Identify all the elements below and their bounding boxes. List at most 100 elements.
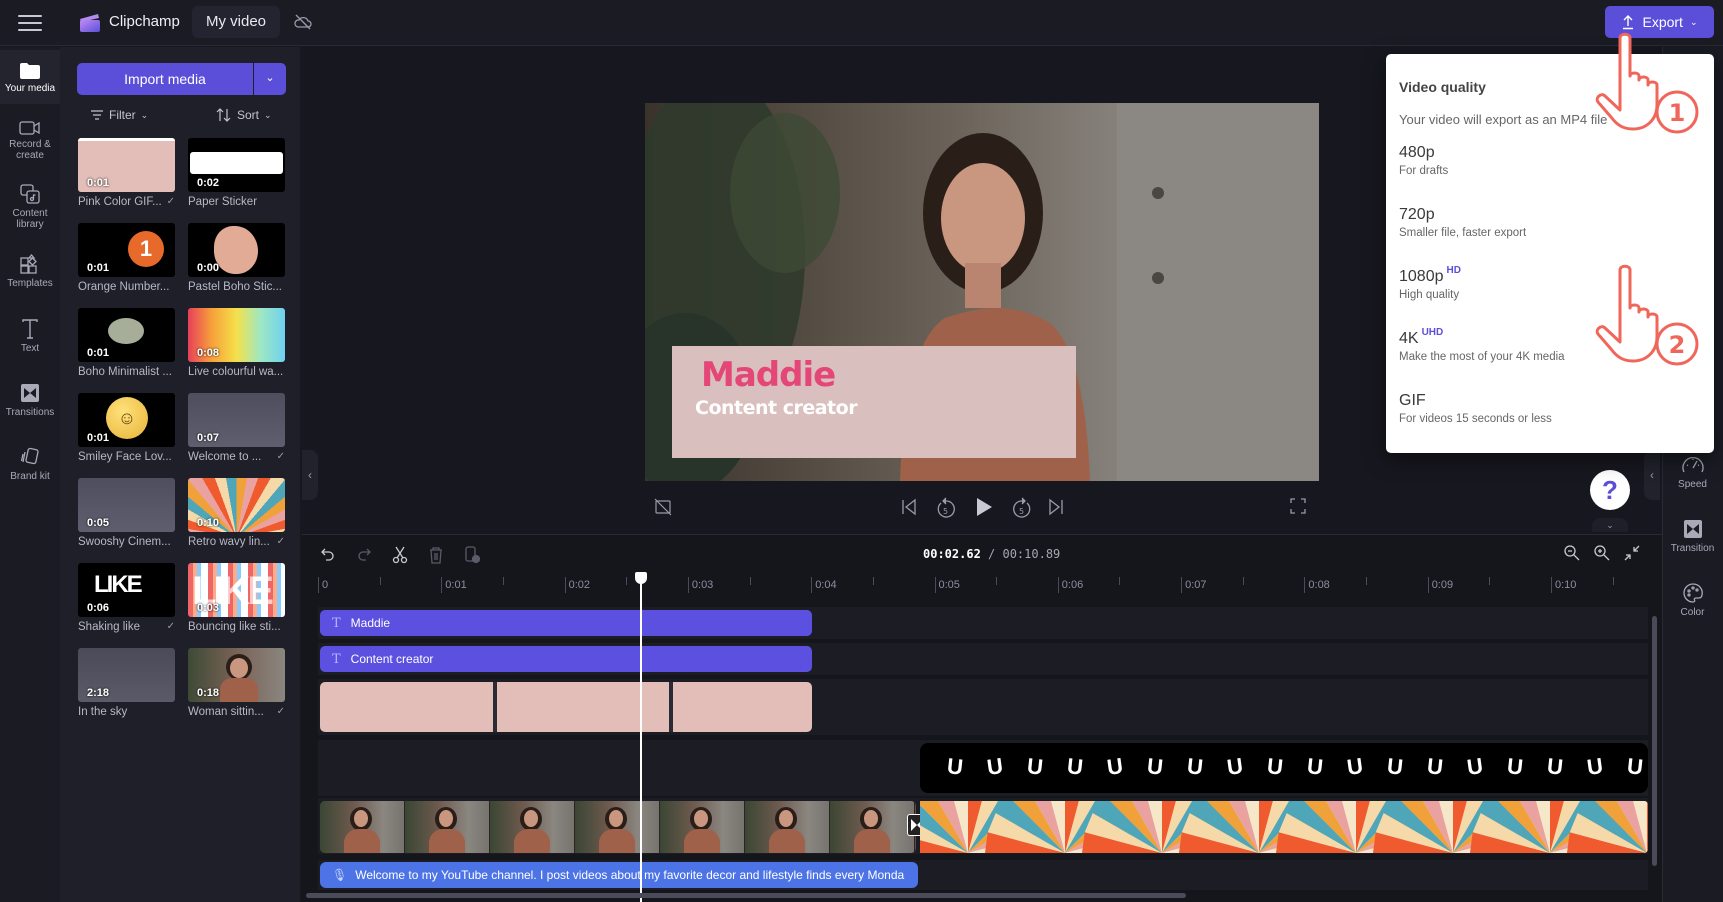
undo-icon[interactable] — [320, 547, 336, 563]
quality-option-4k[interactable]: 4K UHD Make the most of your 4K media — [1386, 327, 1714, 384]
media-duration: 2:18 — [87, 687, 110, 699]
ruler-minor-tick — [1612, 577, 1614, 585]
skip-to-end-icon[interactable] — [1047, 497, 1065, 517]
nav-templates[interactable]: Templates — [0, 253, 60, 289]
menu-hamburger-icon[interactable] — [18, 12, 42, 32]
nav-brand-kit[interactable]: Brand kit — [0, 446, 60, 482]
content-library-icon — [20, 184, 40, 204]
expand-right-panel-chevron-icon[interactable]: ‹ — [1644, 450, 1660, 500]
text-type-icon: T — [332, 615, 341, 631]
right-transition[interactable]: Transition — [1662, 518, 1723, 554]
import-options-chevron-icon[interactable]: ⌄ — [254, 63, 286, 95]
media-item[interactable]: 0:07 Welcome to ... ✓ — [188, 393, 285, 463]
filter-label: Filter — [109, 108, 136, 122]
quality-option-480p[interactable]: 480p For drafts — [1386, 144, 1714, 198]
option-desc: Make the most of your 4K media — [1399, 351, 1565, 363]
timeline-vertical-scrollbar[interactable] — [1652, 616, 1657, 866]
right-color[interactable]: Color — [1662, 582, 1723, 618]
media-item[interactable]: 0:08 Live colourful wa... — [188, 308, 285, 378]
project-name-field[interactable]: My video — [192, 6, 281, 38]
like-frame-glyph: U — [1225, 753, 1245, 780]
timeline-ruler[interactable]: 0 0:01 0:02 0:03 0:04 0:05 0:06 0:07 0:08 0:09 0:1… — [318, 572, 1648, 594]
current-time: 00:02.62 — [923, 547, 981, 561]
woman-video-clip[interactable] — [320, 801, 916, 853]
hd-badge: HD — [1446, 265, 1461, 276]
pink-sticker-clip[interactable] — [320, 682, 812, 732]
rewind-5-seconds-icon[interactable]: 5 — [935, 495, 957, 519]
media-item[interactable]: ☺ 0:01 Smiley Face Lov... — [78, 393, 175, 463]
media-label: Paper Sticker — [188, 196, 258, 208]
filter-button[interactable]: Filter ⌄ — [90, 106, 148, 124]
media-item[interactable]: 0:10 Retro wavy lin... ✓ — [188, 478, 285, 548]
nav-record-create[interactable]: Record & create — [0, 120, 60, 161]
media-thumbnail: 0:01 — [78, 308, 175, 362]
media-duration: 0:01 — [87, 177, 110, 189]
fullscreen-icon[interactable] — [1290, 498, 1306, 514]
nav-your-media[interactable]: Your media — [0, 50, 60, 104]
quality-option-1080p[interactable]: 1080p HD High quality — [1386, 265, 1714, 322]
import-media-button[interactable]: Import media — [77, 63, 253, 95]
ruler-tick-label: 0:10 — [1551, 577, 1576, 593]
text-clip-content-creator[interactable]: T Content creator — [320, 646, 812, 672]
fit-to-window-icon[interactable] — [1623, 544, 1641, 562]
like-frame-glyph: U — [1425, 753, 1445, 780]
chevron-down-icon: ⌄ — [1689, 16, 1698, 27]
sort-icon — [216, 108, 231, 122]
media-item[interactable]: LIKE 0:06 Shaking like ✓ — [78, 563, 175, 633]
video-frame-thumbnail — [660, 801, 745, 853]
ruler-tick-label: 0:01 — [441, 577, 467, 593]
cloud-sync-off-icon[interactable] — [293, 12, 313, 32]
option-desc: For videos 15 seconds or less — [1399, 413, 1552, 425]
uhd-badge: UHD — [1421, 327, 1444, 338]
retro-wavy-clip[interactable] — [920, 801, 1648, 853]
media-duration: 0:10 — [197, 517, 220, 529]
captions-off-icon[interactable] — [653, 497, 673, 517]
playhead-line[interactable] — [640, 572, 643, 902]
media-duration: 0:05 — [87, 517, 110, 529]
delete-trash-icon[interactable] — [428, 546, 444, 564]
media-item[interactable]: 0:00 Pastel Boho Stic... — [188, 223, 285, 293]
like-frame-glyph: U — [1105, 753, 1125, 780]
zoom-in-icon[interactable] — [1593, 544, 1611, 562]
redo-icon[interactable] — [356, 547, 372, 563]
nav-content-library[interactable]: Content library — [0, 183, 60, 230]
timeline-zoom-tools — [1563, 544, 1641, 562]
nav-text[interactable]: Text — [0, 318, 60, 354]
media-item[interactable]: 1 0:01 Orange Number... — [78, 223, 175, 293]
export-button[interactable]: Export ⌄ — [1605, 6, 1714, 38]
caption-clip[interactable]: 🎙 Welcome to my YouTube channel. I post … — [320, 862, 918, 888]
media-item[interactable]: LIKE 0:03 Bouncing like sti... — [188, 563, 285, 633]
nav-transitions[interactable]: Transitions — [0, 382, 60, 418]
collapse-media-panel-chevron-icon[interactable]: ‹ — [302, 450, 318, 500]
right-speed[interactable]: Speed — [1662, 454, 1723, 490]
split-scissors-icon[interactable] — [392, 546, 408, 564]
text-clip-maddie[interactable]: T Maddie — [320, 610, 812, 636]
video-preview[interactable]: Maddie Content creator — [645, 103, 1319, 481]
play-icon[interactable] — [973, 495, 995, 519]
media-item[interactable]: 0:01 Pink Color GIF... ✓ — [78, 138, 175, 208]
media-item[interactable]: 0:02 Paper Sticker — [188, 138, 285, 208]
media-label: Smiley Face Lov... — [78, 451, 172, 463]
zoom-out-icon[interactable] — [1563, 544, 1581, 562]
media-item[interactable]: 0:01 Boho Minimalist ... — [78, 308, 175, 378]
quality-option-720p[interactable]: 720p Smaller file, faster export — [1386, 206, 1714, 260]
help-chevron-down-icon[interactable]: ⌄ — [1592, 518, 1628, 532]
skip-to-start-icon[interactable] — [900, 497, 918, 517]
help-question-icon[interactable]: ? — [1590, 470, 1630, 510]
media-item[interactable]: 0:18 Woman sittin... ✓ — [188, 648, 285, 718]
shaking-like-clip[interactable]: UUUUUUUUUUUUUUUUUU — [920, 743, 1648, 793]
forward-5-seconds-icon[interactable]: 5 — [1011, 495, 1033, 519]
media-duration: 0:18 — [197, 687, 220, 699]
ruler-tick-label: 0 — [318, 577, 328, 593]
add-to-timeline-icon[interactable] — [464, 546, 480, 564]
timeline-horizontal-scrollbar[interactable] — [306, 893, 1186, 898]
media-duration: 0:01 — [87, 347, 110, 359]
media-duration: 0:03 — [197, 602, 220, 614]
option-name: 4K — [1399, 330, 1419, 347]
nav-label: Transitions — [5, 407, 55, 418]
quality-option-gif[interactable]: GIF For videos 15 seconds or less — [1386, 392, 1714, 446]
media-item[interactable]: 0:05 Swooshy Cinem... — [78, 478, 175, 548]
media-item[interactable]: 2:18 In the sky — [78, 648, 175, 718]
sort-button[interactable]: Sort ⌄ — [216, 106, 272, 124]
media-thumbnail: 2:18 — [78, 648, 175, 702]
